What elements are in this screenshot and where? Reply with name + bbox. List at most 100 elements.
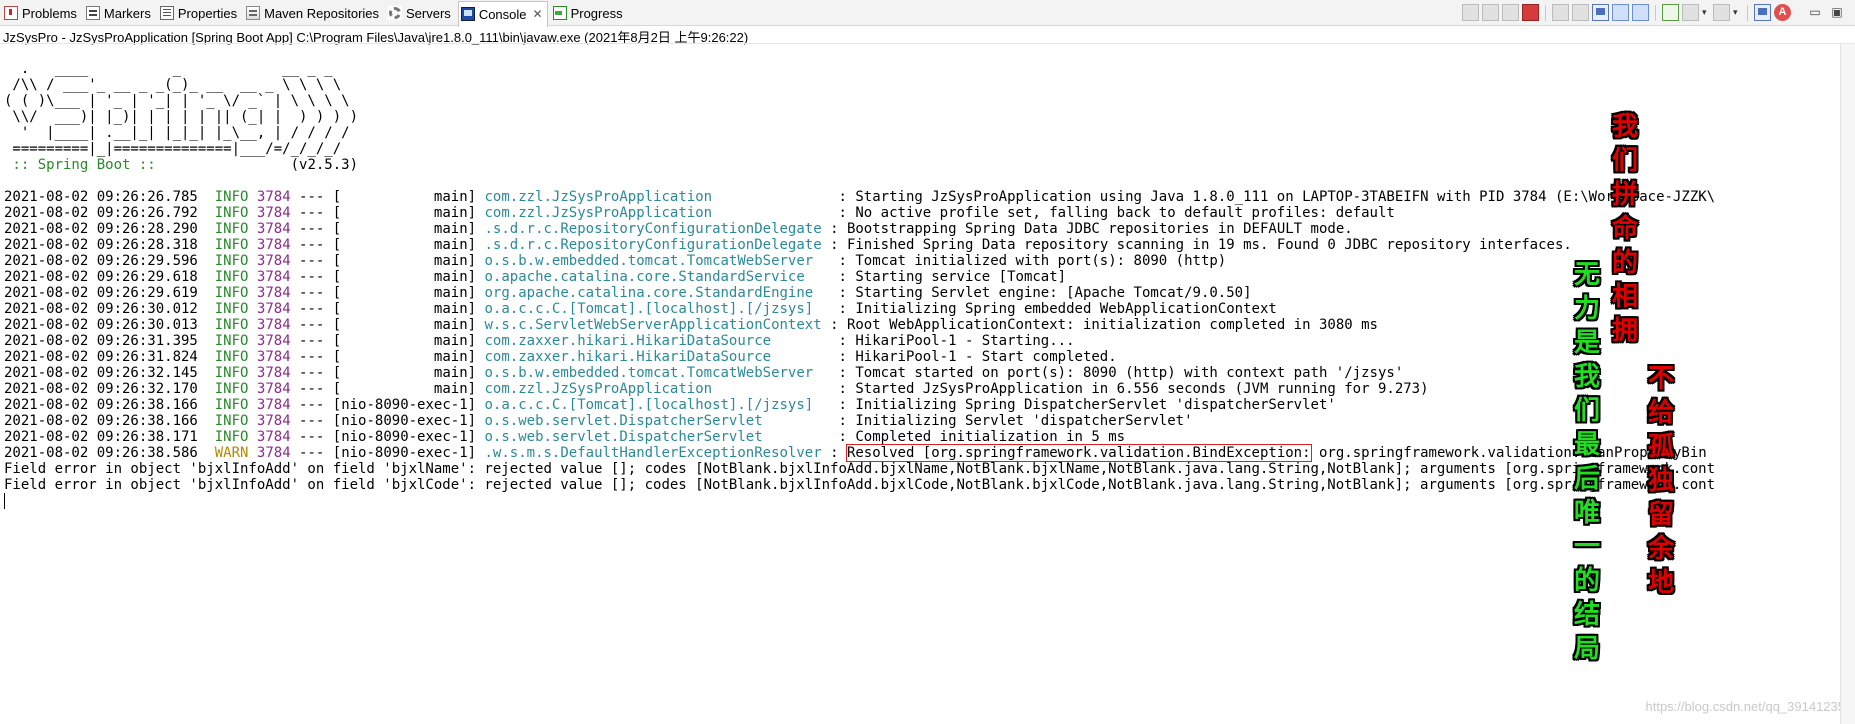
log-level: INFO [206,205,249,221]
log-separator: ] [467,285,485,301]
maximize-icon[interactable]: ▣ [1829,4,1845,20]
chevron-down-icon[interactable]: ▾ [1702,8,1710,18]
log-timestamp: 2021-08-02 09:26:29.619 [4,285,198,301]
log-thread: main [341,253,468,269]
log-pid: 3784 [256,429,291,445]
log-timestamp: 2021-08-02 09:26:32.170 [4,381,198,397]
tab-console[interactable]: Console ✕ [457,0,548,27]
log-pid: 3784 [256,333,291,349]
log-message: Tomcat started on port(s): 8090 (http) w… [855,365,1404,381]
word-wrap-icon[interactable] [1592,4,1609,21]
log-timestamp: 2021-08-02 09:26:38.586 [4,445,198,461]
log-timestamp: 2021-08-02 09:26:38.166 [4,413,198,429]
tab-servers[interactable]: Servers [386,2,455,24]
spring-boot-tag: :: Spring Boot :: [4,157,165,173]
log-level: INFO [206,333,249,349]
log-thread: main [341,269,468,285]
log-thread: nio-8090-exec-1 [341,445,468,461]
log-separator: --- [ [290,237,342,253]
a-badge-icon[interactable]: A [1774,4,1791,21]
terminate-icon[interactable] [1522,4,1539,21]
tab-label: Markers [103,5,151,21]
show-on-stderr-icon[interactable] [1632,4,1649,21]
tab-progress[interactable]: Progress [551,2,627,24]
show-on-stdout-icon[interactable] [1612,4,1629,21]
log-level: INFO [206,237,249,253]
log-logger: com.zzl.JzSysProApplication [484,189,831,205]
log-timestamp: 2021-08-02 09:26:28.318 [4,237,198,253]
log-logger: o.s.b.w.embedded.tomcat.TomcatWebServer [484,365,831,381]
log-pid: 3784 [256,413,291,429]
log-pid: 3784 [256,253,291,269]
divider [0,43,1855,44]
view-window-controls: ▭ ▣ [1807,4,1845,20]
log-separator: --- [ [290,333,342,349]
log-logger: o.s.web.servlet.DispatcherServlet [484,429,831,445]
log-line: 2021-08-02 09:26:32.145 INFO 3784 --- [ … [4,365,1844,381]
log-thread: main [341,205,468,221]
tab-label: Servers [406,5,451,21]
log-level: INFO [206,413,249,429]
clear-console-icon[interactable] [1552,4,1569,21]
log-timestamp: 2021-08-02 09:26:28.290 [4,221,198,237]
vertical-scrollbar[interactable] [1840,44,1855,724]
log-logger: com.zaxxer.hikari.HikariDataSource [484,349,831,365]
tab-label: Progress [570,5,623,21]
log-message: Completed initialization in 5 ms [855,429,1126,445]
log-separator: --- [ [290,189,342,205]
chevron-down-icon[interactable]: ▾ [1733,8,1741,18]
log-message: No active profile set, falling back to d… [855,205,1395,221]
log-separator: : [830,301,856,317]
scroll-lock-icon[interactable] [1572,4,1589,21]
close-tab-icon[interactable]: ✕ [533,7,543,21]
log-line: 2021-08-02 09:26:38.166 INFO 3784 --- [n… [4,397,1844,413]
remove-launch-icon[interactable] [1482,4,1499,21]
log-separator: ] [467,429,485,445]
log-timestamp: 2021-08-02 09:26:38.171 [4,429,198,445]
log-separator: --- [ [290,349,342,365]
display-selected-console-icon[interactable] [1682,4,1699,21]
tab-maven-repositories[interactable]: Maven Repositories [244,2,383,24]
log-separator: : [830,285,856,301]
log-level: INFO [206,365,249,381]
log-thread: main [341,237,468,253]
log-line: 2021-08-02 09:26:26.792 INFO 3784 --- [ … [4,205,1844,221]
log-message: Initializing Spring DispatcherServlet 'd… [855,397,1336,413]
console-output[interactable]: . ____ _ __ _ _ /\\ / ___'_ __ _ _(_)_ _… [4,61,1844,701]
log-message: HikariPool-1 - Starting... [855,333,1075,349]
restart-icon[interactable] [1462,4,1479,21]
log-line: 2021-08-02 09:26:31.824 INFO 3784 --- [ … [4,349,1844,365]
log-separator: ] [467,269,485,285]
tab-properties[interactable]: Properties [158,2,241,24]
log-message: HikariPool-1 - Start completed. [855,349,1117,365]
log-line: 2021-08-02 09:26:38.166 INFO 3784 --- [n… [4,413,1844,429]
tab-label: Console [478,6,527,22]
tab-markers[interactable]: Markers [84,2,155,24]
log-separator: ] [467,317,485,333]
open-console-icon[interactable] [1713,4,1730,21]
text-cursor [4,493,5,509]
field-error-line: Field error in object 'bjxlInfoAdd' on f… [4,477,1716,493]
minimize-icon[interactable]: ▭ [1807,4,1823,20]
log-separator: : [830,189,856,205]
console-toolbar: ▾ ▾ A [1462,4,1791,21]
remove-all-terminated-icon[interactable] [1502,4,1519,21]
extension-icon[interactable] [1754,4,1771,21]
tab-problems[interactable]: Problems [2,2,81,24]
log-timestamp: 2021-08-02 09:26:30.012 [4,301,198,317]
log-separator: : [830,253,856,269]
log-line: 2021-08-02 09:26:29.618 INFO 3784 --- [ … [4,269,1844,285]
log-line: 2021-08-02 09:26:29.596 INFO 3784 --- [ … [4,253,1844,269]
log-thread: main [341,285,468,301]
pin-console-icon[interactable] [1662,4,1679,21]
tab-label: Problems [22,5,77,21]
log-timestamp: 2021-08-02 09:26:31.395 [4,333,198,349]
